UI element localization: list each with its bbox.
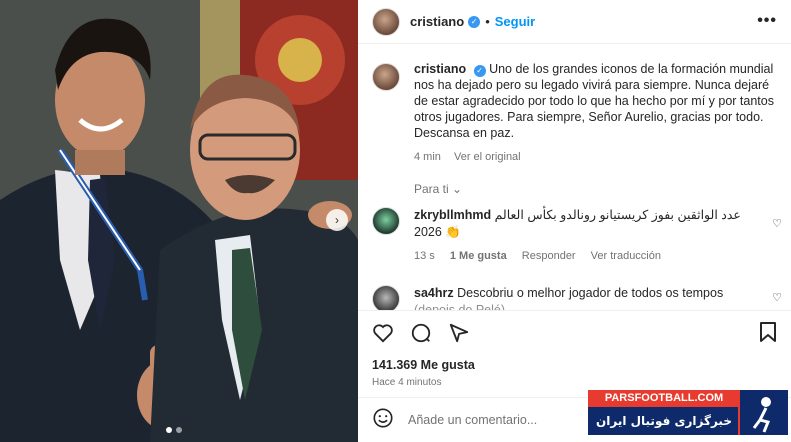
caption-username[interactable]: cristiano [414, 62, 466, 76]
comments-scroll-area[interactable]: cristiano ✓ Uno de los grandes iconos de… [358, 45, 791, 310]
caption: cristiano ✓ Uno de los grandes iconos de… [372, 61, 782, 165]
post-actions-bar [358, 310, 791, 354]
comment-icon[interactable] [410, 322, 432, 344]
avatar[interactable] [372, 285, 400, 310]
parsfootball-watermark: PARSFOOTBALL.COM خبرگزاری فوتبال ایران [588, 390, 788, 438]
comments-sort-dropdown[interactable]: Para ti ⌄ [414, 182, 462, 196]
chevron-right-icon: › [335, 213, 339, 227]
more-options-icon[interactable]: ••• [757, 12, 777, 30]
likes-count[interactable]: 141.369 Me gusta [372, 358, 475, 372]
post-photo[interactable]: › [0, 0, 358, 442]
heart-icon[interactable] [372, 323, 394, 343]
chevron-down-icon: ⌄ [452, 182, 463, 196]
watermark-tagline: خبرگزاری فوتبال ایران [588, 407, 740, 435]
comment-item: sa4hrz Descobriu o melhor jogador de tod… [372, 285, 782, 310]
verified-badge-icon: ✓ [473, 65, 486, 77]
comment-username[interactable]: sa4hrz [414, 286, 454, 300]
clap-emoji-icon: 👏 [445, 225, 461, 239]
comment-likes[interactable]: 1 Me gusta [450, 250, 507, 262]
bookmark-icon[interactable] [759, 321, 777, 348]
caption-body: cristiano ✓ Uno de los grandes iconos de… [414, 61, 774, 165]
carousel-next-button[interactable]: › [326, 209, 348, 231]
comment-body: Descobriu o melhor jogador de todos os t… [457, 286, 724, 300]
comment-text: zkryb‌llmhmd عدد الواثقين بفوز كريستيانو… [414, 207, 764, 241]
caption-time: 4 min [414, 151, 441, 163]
avatar[interactable] [372, 63, 400, 91]
see-original-link[interactable]: Ver el original [454, 151, 521, 163]
avatar[interactable] [372, 207, 400, 235]
comment-like-icon[interactable]: ♡ [772, 217, 782, 230]
watermark-site: PARSFOOTBALL.COM [588, 390, 740, 407]
avatar[interactable] [372, 7, 400, 36]
comment-username[interactable]: zkryb‌llmhmd [414, 208, 491, 222]
carousel-dot [176, 427, 182, 433]
comment-meta: 13 s 1 Me gusta Responder Ver traducción [414, 250, 673, 262]
smiley-icon[interactable] [372, 407, 394, 434]
caption-meta: 4 min Ver el original [414, 149, 774, 165]
reply-button[interactable]: Responder [522, 250, 576, 262]
post-photo-illustration [0, 0, 358, 442]
post-header: cristiano ✓ • Seguir ••• [358, 0, 791, 44]
see-translation-link[interactable]: Ver traducción [591, 250, 661, 262]
separator: • [485, 14, 490, 29]
carousel-dot [166, 427, 172, 433]
comment-like-icon[interactable]: ♡ [772, 291, 782, 304]
carousel-dots [166, 427, 182, 433]
comment-item: zkryb‌llmhmd عدد الواثقين بفوز كريستيانو… [372, 207, 782, 267]
sort-label: Para ti [414, 182, 449, 196]
watermark-logo-icon [738, 390, 788, 435]
post-timestamp: Hace 4 minutos [372, 377, 442, 388]
header-username[interactable]: cristiano [410, 14, 464, 29]
verified-badge-icon: ✓ [468, 15, 481, 28]
share-icon[interactable] [448, 322, 470, 344]
comment-text: sa4hrz Descobriu o melhor jogador de tod… [414, 285, 764, 310]
comment-input[interactable] [408, 413, 608, 427]
caption-text: Uno de los grandes iconos de la formació… [414, 62, 774, 140]
comment-time: 13 s [414, 250, 435, 262]
post-details-panel: cristiano ✓ • Seguir ••• cristiano ✓ Uno… [358, 0, 791, 442]
follow-button[interactable]: Seguir [495, 14, 535, 29]
comment-body-overflow: (depois do Pelé) [414, 303, 506, 310]
